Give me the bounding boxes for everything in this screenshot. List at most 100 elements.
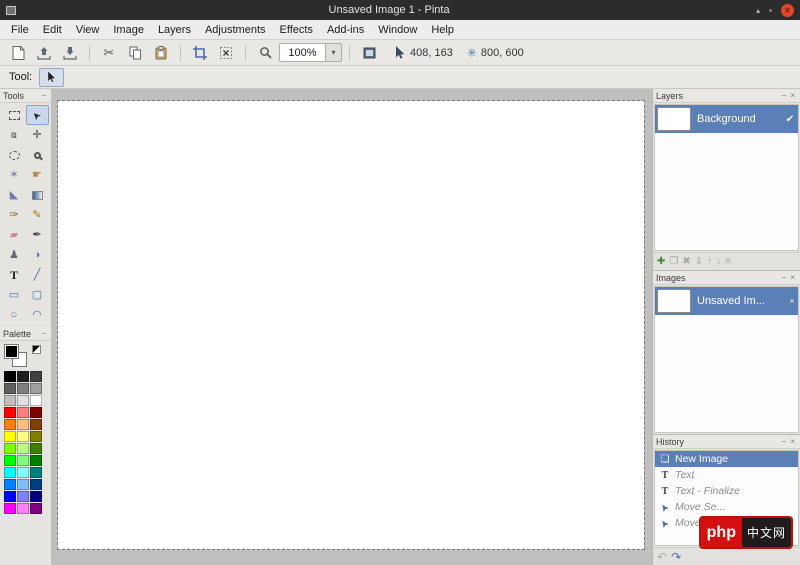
palette-color-14[interactable] (30, 419, 42, 430)
tool-ellipse-select[interactable] (3, 145, 26, 165)
save-button[interactable] (58, 42, 82, 63)
palette-color-3[interactable] (4, 383, 16, 394)
history-panel-close-icon[interactable]: × (788, 437, 797, 446)
menu-edit[interactable]: Edit (36, 21, 69, 39)
palette-color-35[interactable] (30, 503, 42, 514)
add-layer-button[interactable]: ✚ (657, 256, 665, 267)
tool-freeform-shape[interactable]: ◠ (26, 305, 49, 325)
menu-effects[interactable]: Effects (273, 21, 320, 39)
palette-color-22[interactable] (17, 455, 29, 466)
fit-to-window-button[interactable] (357, 42, 381, 63)
canvas[interactable] (57, 100, 645, 550)
palette-color-27[interactable] (4, 479, 16, 490)
palette-color-6[interactable] (4, 395, 16, 406)
palette-color-0[interactable] (4, 371, 16, 382)
palette-color-12[interactable] (4, 419, 16, 430)
cut-button[interactable]: ✂ (97, 42, 121, 63)
palette-color-33[interactable] (4, 503, 16, 514)
palette-color-18[interactable] (4, 443, 16, 454)
palette-color-17[interactable] (30, 431, 42, 442)
palette-color-30[interactable] (4, 491, 16, 502)
zoom-input[interactable] (279, 43, 325, 62)
palette-color-1[interactable] (17, 371, 29, 382)
menu-view[interactable]: View (69, 21, 107, 39)
tool-eraser[interactable]: ▰ (3, 225, 26, 245)
menu-file[interactable]: File (4, 21, 36, 39)
copy-button[interactable] (123, 42, 147, 63)
images-panel-close-icon[interactable]: × (788, 273, 797, 282)
layer-visibility-checkbox[interactable]: ✔ (782, 114, 798, 125)
shade-window-icon[interactable]: ▴ (756, 6, 760, 15)
zoom-button[interactable] (253, 42, 277, 63)
tool-color-picker[interactable]: ✒ (26, 225, 49, 245)
primary-color-swatch[interactable] (4, 344, 19, 359)
maximize-window-icon[interactable]: ▪ (769, 6, 772, 15)
menu-add-ins[interactable]: Add-ins (320, 21, 371, 39)
crop-to-selection-button[interactable] (188, 42, 212, 63)
palette-color-2[interactable] (30, 371, 42, 382)
layers-panel-close-icon[interactable]: × (788, 91, 797, 100)
palette-color-4[interactable] (17, 383, 29, 394)
palette-color-31[interactable] (17, 491, 29, 502)
move-layer-down-button[interactable]: ↓ (716, 256, 721, 267)
tools-panel-minimize-icon[interactable]: − (39, 91, 48, 100)
undo-history-icon[interactable]: ↶ (657, 550, 667, 564)
tool-ellipse[interactable]: ○ (3, 305, 26, 325)
history-item-0[interactable]: ❏ New Image (655, 451, 798, 467)
tool-rectangle[interactable]: ▭ (3, 285, 26, 305)
delete-layer-button[interactable]: ✖ (682, 256, 690, 267)
history-item-3[interactable]: ➤ Move Se... (655, 499, 798, 515)
image-row-unsaved[interactable]: Unsaved Im... × (655, 287, 798, 315)
merge-layer-down-button[interactable]: ⇓ (695, 256, 703, 267)
tool-move-selection[interactable]: ✛ (26, 125, 49, 145)
images-panel-minimize-icon[interactable]: − (780, 273, 789, 282)
history-item-1[interactable]: T Text (655, 467, 798, 483)
palette-color-15[interactable] (4, 431, 16, 442)
deselect-button[interactable] (214, 42, 238, 63)
palette-color-26[interactable] (30, 467, 42, 478)
palette-color-19[interactable] (17, 443, 29, 454)
menu-layers[interactable]: Layers (151, 21, 198, 39)
palette-color-21[interactable] (4, 455, 16, 466)
tool-paint-bucket[interactable]: ◣ (3, 185, 26, 205)
app-window-icon[interactable] (6, 5, 16, 15)
tool-recolor[interactable]: ◑ (26, 245, 49, 265)
palette-color-8[interactable] (30, 395, 42, 406)
tool-move-selected[interactable]: ➤ (25, 105, 49, 125)
palette-color-11[interactable] (30, 407, 42, 418)
layers-panel-minimize-icon[interactable]: − (780, 91, 789, 100)
duplicate-layer-button[interactable]: ❐ (669, 256, 678, 267)
tool-clone-stamp[interactable]: ♟ (3, 245, 26, 265)
paste-button[interactable] (149, 42, 173, 63)
current-tool-button[interactable] (39, 67, 65, 87)
palette-color-32[interactable] (30, 491, 42, 502)
redo-history-icon[interactable]: ↷ (671, 550, 681, 564)
palette-color-5[interactable] (30, 383, 42, 394)
menu-image[interactable]: Image (106, 21, 151, 39)
history-item-2[interactable]: T Text - Finalize (655, 483, 798, 499)
tool-zoom[interactable] (26, 145, 49, 165)
layer-row-background[interactable]: Background ✔ (655, 105, 798, 133)
tool-gradient[interactable] (26, 185, 49, 205)
palette-color-25[interactable] (17, 467, 29, 478)
menu-window[interactable]: Window (371, 21, 424, 39)
palette-color-23[interactable] (30, 455, 42, 466)
layer-properties-button[interactable]: ≡ (725, 256, 731, 267)
close-window-button[interactable]: ✕ (781, 3, 794, 17)
tool-rounded-rectangle[interactable]: ▢ (26, 285, 49, 305)
palette-color-13[interactable] (17, 419, 29, 430)
palette-color-24[interactable] (4, 467, 16, 478)
open-image-button[interactable] (32, 42, 56, 63)
tool-pencil[interactable]: ✎ (26, 205, 49, 225)
tool-paintbrush[interactable]: ✑ (3, 205, 26, 225)
menu-adjustments[interactable]: Adjustments (198, 21, 273, 39)
reset-colors-icon[interactable] (32, 345, 41, 354)
zoom-dropdown-button[interactable]: ▾ (325, 43, 342, 62)
palette-color-9[interactable] (4, 407, 16, 418)
palette-panel-minimize-icon[interactable]: − (39, 329, 48, 338)
tool-line-curve[interactable]: ╱ (26, 265, 49, 285)
palette-color-16[interactable] (17, 431, 29, 442)
close-image-icon[interactable]: × (786, 296, 798, 306)
palette-color-20[interactable] (30, 443, 42, 454)
history-panel-minimize-icon[interactable]: − (780, 437, 789, 446)
